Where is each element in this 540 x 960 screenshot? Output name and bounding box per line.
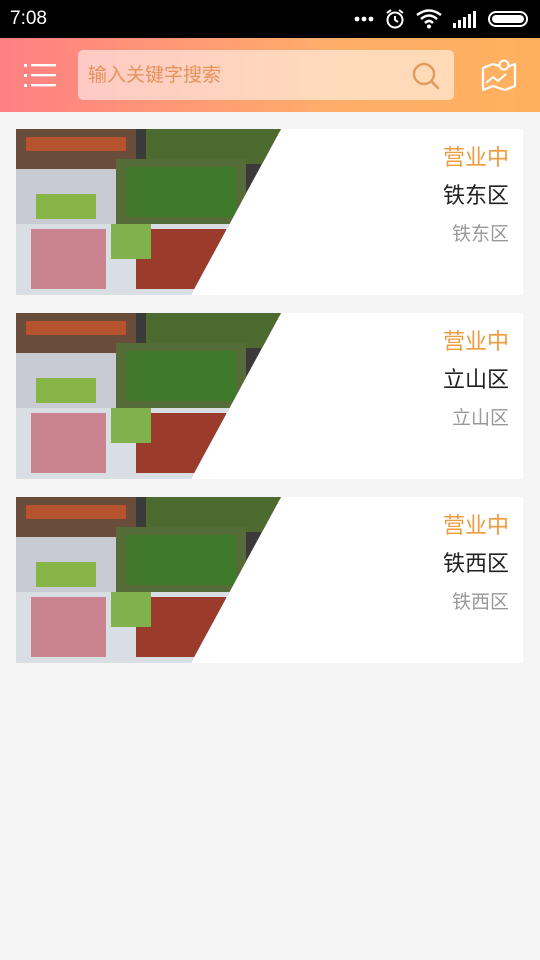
map-icon bbox=[481, 59, 517, 92]
status-bar: 7:08 bbox=[0, 0, 540, 38]
business-status: 营业中 bbox=[442, 146, 509, 171]
menu-button[interactable] bbox=[18, 58, 62, 92]
menu-icon bbox=[24, 64, 56, 87]
more-dots-icon bbox=[354, 16, 374, 22]
business-status: 营业中 bbox=[442, 330, 509, 355]
shop-name: 铁东区 bbox=[442, 184, 509, 209]
app-header bbox=[0, 38, 540, 112]
shop-photo bbox=[16, 313, 281, 479]
shop-photo bbox=[16, 497, 281, 663]
wifi-icon bbox=[416, 9, 442, 29]
shop-card[interactable]: 营业中 立山区 立山区 bbox=[16, 313, 523, 479]
shop-photo bbox=[16, 129, 281, 295]
shop-district: 铁西区 bbox=[451, 591, 509, 613]
shop-info: 营业中 铁西区 铁西区 bbox=[443, 511, 509, 619]
status-icons bbox=[354, 8, 530, 30]
shop-info: 营业中 铁东区 铁东区 bbox=[443, 143, 509, 251]
search-bar[interactable] bbox=[78, 50, 454, 100]
shop-name: 铁西区 bbox=[442, 552, 509, 577]
shop-card[interactable]: 营业中 铁西区 铁西区 bbox=[16, 497, 523, 663]
shop-card[interactable]: 营业中 铁东区 铁东区 bbox=[16, 129, 523, 295]
alarm-icon bbox=[384, 8, 406, 30]
shop-district: 立山区 bbox=[451, 407, 509, 429]
signal-icon bbox=[452, 10, 478, 28]
shop-list: 营业中 铁东区 铁东区 营业中 立山区 立山区 营业中 铁西区 铁西区 bbox=[16, 129, 523, 681]
business-status: 营业中 bbox=[442, 514, 509, 539]
battery-icon bbox=[488, 11, 530, 27]
shop-name: 立山区 bbox=[442, 368, 509, 393]
search-input[interactable] bbox=[88, 64, 398, 86]
search-icon[interactable] bbox=[410, 60, 442, 96]
shop-info: 营业中 立山区 立山区 bbox=[443, 327, 509, 435]
shop-district: 铁东区 bbox=[451, 223, 509, 245]
clock: 7:08 bbox=[10, 8, 47, 29]
map-button[interactable] bbox=[480, 56, 518, 94]
